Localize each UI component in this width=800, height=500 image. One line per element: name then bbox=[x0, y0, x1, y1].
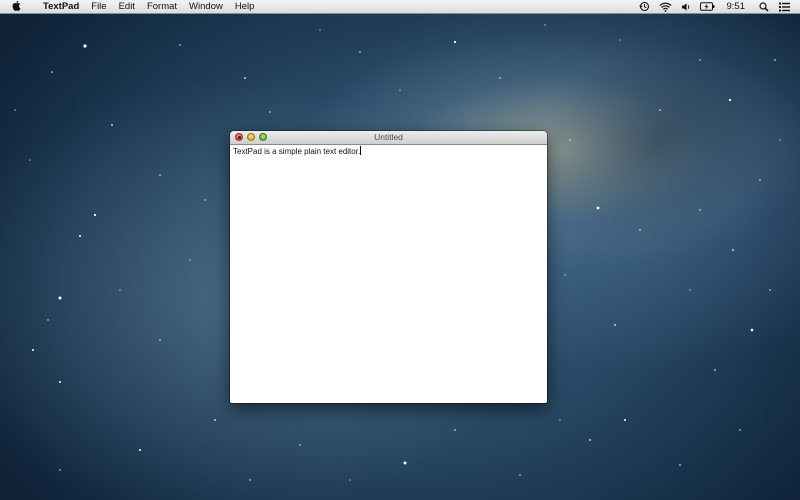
editor-text[interactable]: TextPad is a simple plain text editor. bbox=[233, 147, 360, 156]
time-machine-icon[interactable] bbox=[638, 1, 650, 13]
text-caret bbox=[360, 146, 362, 155]
volume-icon[interactable] bbox=[681, 1, 691, 13]
spotlight-search-icon[interactable] bbox=[759, 1, 769, 13]
minimize-button-icon[interactable] bbox=[247, 133, 255, 141]
menu-format[interactable]: Format bbox=[141, 0, 183, 14]
wifi-icon[interactable] bbox=[658, 1, 672, 13]
menu-window[interactable]: Window bbox=[183, 0, 229, 14]
close-button-icon[interactable] bbox=[235, 133, 243, 141]
zoom-button-icon[interactable] bbox=[259, 133, 267, 141]
menu-clock[interactable]: 9:51 bbox=[727, 1, 746, 12]
menu-edit[interactable]: Edit bbox=[113, 0, 141, 14]
menu-bar: TextPad File Edit Format Window Help 9:5… bbox=[0, 0, 800, 14]
apple-logo-icon[interactable] bbox=[12, 1, 22, 12]
menu-help[interactable]: Help bbox=[229, 0, 261, 14]
battery-icon[interactable] bbox=[699, 1, 715, 13]
menu-file[interactable]: File bbox=[85, 0, 112, 14]
textpad-window: Untitled TextPad is a simple plain text … bbox=[230, 131, 547, 403]
window-titlebar[interactable]: Untitled bbox=[230, 131, 547, 145]
notification-center-icon[interactable] bbox=[779, 1, 790, 13]
text-editor-area[interactable]: TextPad is a simple plain text editor. bbox=[230, 145, 547, 403]
window-title: Untitled bbox=[374, 132, 403, 142]
menu-app-name[interactable]: TextPad bbox=[33, 0, 85, 14]
